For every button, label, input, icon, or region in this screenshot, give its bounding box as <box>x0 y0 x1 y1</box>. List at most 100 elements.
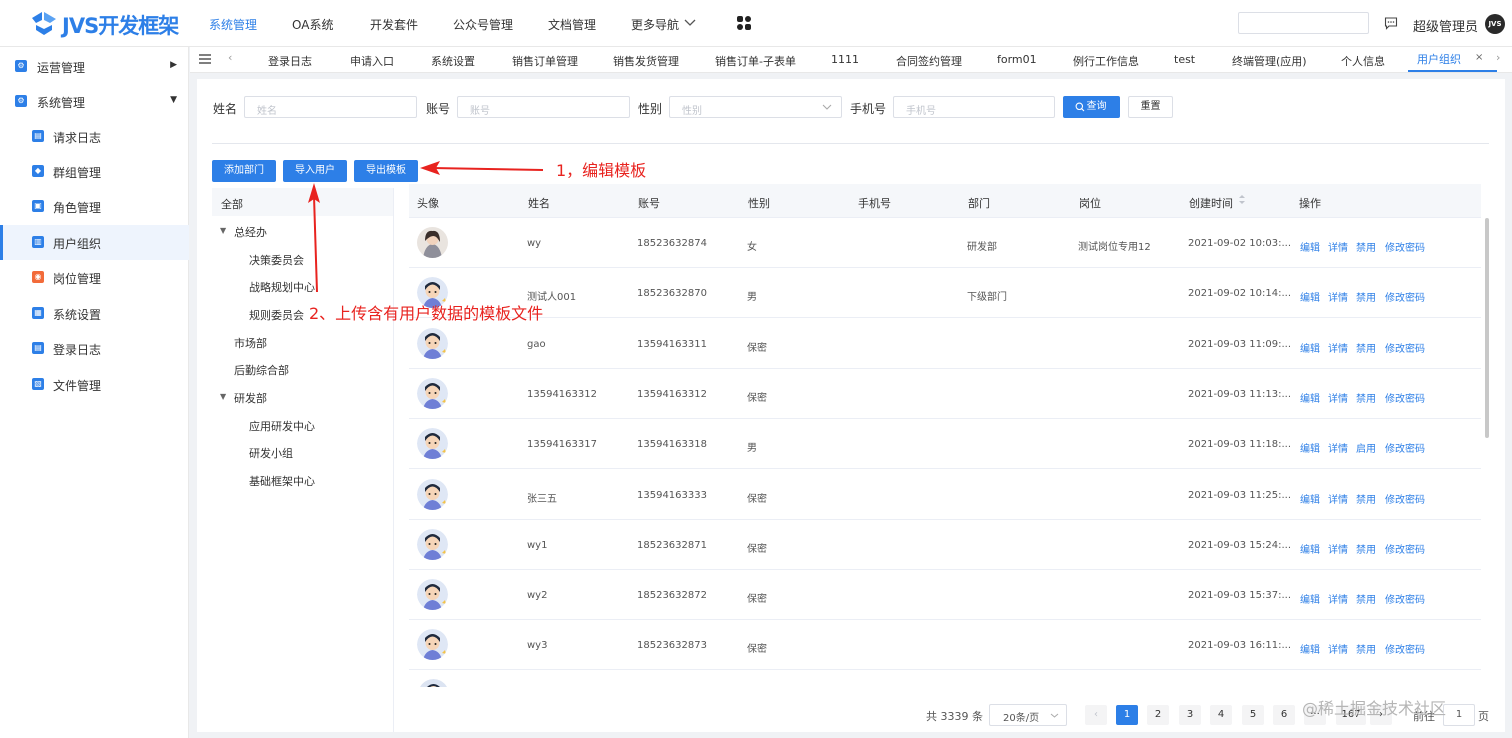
tab-apply-entry[interactable]: 申请入口 <box>350 53 394 69</box>
change-password-link[interactable]: 修改密码 <box>1385 390 1425 405</box>
toggle-status-link[interactable]: 禁用 <box>1356 239 1376 254</box>
edit-link[interactable]: 编辑 <box>1300 591 1320 606</box>
toggle-status-link[interactable]: 禁用 <box>1356 289 1376 304</box>
detail-link[interactable]: 详情 <box>1328 390 1348 405</box>
topnav-oa[interactable]: OA系统 <box>292 16 333 32</box>
search-button[interactable]: 查询 <box>1063 96 1120 118</box>
goto-input[interactable]: 1 <box>1443 704 1475 726</box>
sidebar-item-groups[interactable]: ◆ 群组管理 <box>0 154 189 189</box>
chevron-down-icon[interactable] <box>684 18 696 28</box>
toggle-status-link[interactable]: 禁用 <box>1356 491 1376 506</box>
edit-link[interactable]: 编辑 <box>1300 641 1320 656</box>
tree-node[interactable]: 研发部 <box>234 390 267 406</box>
tree-node[interactable]: 市场部 <box>234 335 267 351</box>
tab-sales-order[interactable]: 销售订单管理 <box>512 53 578 69</box>
tree-node[interactable]: 规则委员会 <box>249 307 304 323</box>
toggle-status-link[interactable]: 禁用 <box>1356 340 1376 355</box>
caret-down-icon[interactable]: ▼ <box>220 226 226 235</box>
caret-down-icon[interactable]: ▼ <box>220 392 226 401</box>
page-4[interactable]: 4 <box>1210 705 1232 725</box>
detail-link[interactable]: 详情 <box>1328 591 1348 606</box>
toggle-status-link[interactable]: 禁用 <box>1356 390 1376 405</box>
detail-link[interactable]: 详情 <box>1328 239 1348 254</box>
close-tab-icon[interactable]: × <box>1475 52 1483 63</box>
sidebar-item-user-org[interactable]: ▥ 用户组织 <box>0 225 189 260</box>
tab-system-settings[interactable]: 系统设置 <box>431 53 475 69</box>
change-password-link[interactable]: 修改密码 <box>1385 591 1425 606</box>
edit-link[interactable]: 编辑 <box>1300 440 1320 455</box>
tree-node-all[interactable]: 全部 <box>221 196 243 212</box>
reset-button[interactable]: 重置 <box>1128 96 1173 118</box>
tab-contract[interactable]: 合同签约管理 <box>896 53 962 69</box>
detail-link[interactable]: 详情 <box>1328 541 1348 556</box>
message-icon[interactable] <box>1384 16 1398 30</box>
sidebar-group-system[interactable]: ⚙ 系统管理 ▼ <box>0 84 189 119</box>
topnav-dev-kit[interactable]: 开发套件 <box>370 16 418 32</box>
edit-link[interactable]: 编辑 <box>1300 239 1320 254</box>
chevron-left-icon[interactable]: ‹ <box>228 51 232 64</box>
sidebar-group-operations[interactable]: ⚙ 运营管理 ▶ <box>0 49 189 84</box>
name-input[interactable]: 姓名 <box>244 96 417 118</box>
edit-link[interactable]: 编辑 <box>1300 340 1320 355</box>
tree-node[interactable]: 战略规划中心 <box>249 279 315 295</box>
tab-terminal[interactable]: 终端管理(应用) <box>1232 53 1307 69</box>
topnav-system[interactable]: 系统管理 <box>209 16 257 32</box>
change-password-link[interactable]: 修改密码 <box>1385 491 1425 506</box>
detail-link[interactable]: 详情 <box>1328 440 1348 455</box>
change-password-link[interactable]: 修改密码 <box>1385 239 1425 254</box>
change-password-link[interactable]: 修改密码 <box>1385 541 1425 556</box>
sidebar-item-posts[interactable]: ◉ 岗位管理 <box>0 260 189 295</box>
tab-profile[interactable]: 个人信息 <box>1341 53 1385 69</box>
phone-input[interactable]: 手机号 <box>893 96 1055 118</box>
sidebar-item-settings[interactable]: ▦ 系统设置 <box>0 296 189 331</box>
sidebar-item-request-log[interactable]: ▤ 请求日志 <box>0 119 189 154</box>
edit-link[interactable]: 编辑 <box>1300 390 1320 405</box>
tab-user-org[interactable]: 用户组织 <box>1417 51 1461 67</box>
tree-node[interactable]: 研发小组 <box>249 445 293 461</box>
table-scrollbar[interactable] <box>1485 218 1489 438</box>
tree-node[interactable]: 决策委员会 <box>249 252 304 268</box>
change-password-link[interactable]: 修改密码 <box>1385 289 1425 304</box>
change-password-link[interactable]: 修改密码 <box>1385 641 1425 656</box>
edit-link[interactable]: 编辑 <box>1300 491 1320 506</box>
prev-page-button[interactable]: ‹ <box>1085 705 1107 725</box>
page-1[interactable]: 1 <box>1116 705 1138 725</box>
sidebar-item-login-log[interactable]: ▤ 登录日志 <box>0 331 189 366</box>
tab-routine-work[interactable]: 例行工作信息 <box>1073 53 1139 69</box>
tab-1111[interactable]: 1111 <box>831 53 859 66</box>
tab-test[interactable]: test <box>1174 53 1195 66</box>
menu-toggle-icon[interactable] <box>199 54 211 64</box>
import-users-button[interactable]: 导入用户 <box>283 160 347 182</box>
page-5[interactable]: 5 <box>1242 705 1264 725</box>
detail-link[interactable]: 详情 <box>1328 289 1348 304</box>
sort-icon[interactable] <box>1238 194 1246 205</box>
username[interactable]: 超级管理员 <box>1413 16 1478 35</box>
toggle-status-link[interactable]: 禁用 <box>1356 641 1376 656</box>
tree-node[interactable]: 应用研发中心 <box>249 418 315 434</box>
top-search-input[interactable] <box>1238 12 1369 34</box>
topnav-more[interactable]: 更多导航 <box>631 16 679 32</box>
apps-grid-icon[interactable] <box>736 15 752 31</box>
add-department-button[interactable]: 添加部门 <box>212 160 276 182</box>
edit-link[interactable]: 编辑 <box>1300 289 1320 304</box>
detail-link[interactable]: 详情 <box>1328 340 1348 355</box>
account-input[interactable]: 账号 <box>457 96 630 118</box>
sidebar-item-files[interactable]: ▧ 文件管理 <box>0 367 189 402</box>
tab-form01[interactable]: form01 <box>997 53 1037 66</box>
toggle-status-link[interactable]: 禁用 <box>1356 541 1376 556</box>
topnav-wechat[interactable]: 公众号管理 <box>453 16 513 32</box>
user-avatar[interactable]: JVS <box>1485 14 1505 34</box>
edit-link[interactable]: 编辑 <box>1300 541 1320 556</box>
change-password-link[interactable]: 修改密码 <box>1385 440 1425 455</box>
tab-login-log[interactable]: 登录日志 <box>268 53 312 69</box>
toggle-status-link[interactable]: 禁用 <box>1356 591 1376 606</box>
tree-node[interactable]: 基础框架中心 <box>249 473 315 489</box>
toggle-status-link[interactable]: 启用 <box>1356 440 1376 455</box>
tab-sales-subform[interactable]: 销售订单-子表单 <box>715 53 796 69</box>
change-password-link[interactable]: 修改密码 <box>1385 340 1425 355</box>
col-header-created[interactable]: 创建时间 <box>1189 195 1233 211</box>
page-3[interactable]: 3 <box>1179 705 1201 725</box>
sidebar-item-roles[interactable]: ▣ 角色管理 <box>0 189 189 224</box>
page-6[interactable]: 6 <box>1273 705 1295 725</box>
detail-link[interactable]: 详情 <box>1328 641 1348 656</box>
